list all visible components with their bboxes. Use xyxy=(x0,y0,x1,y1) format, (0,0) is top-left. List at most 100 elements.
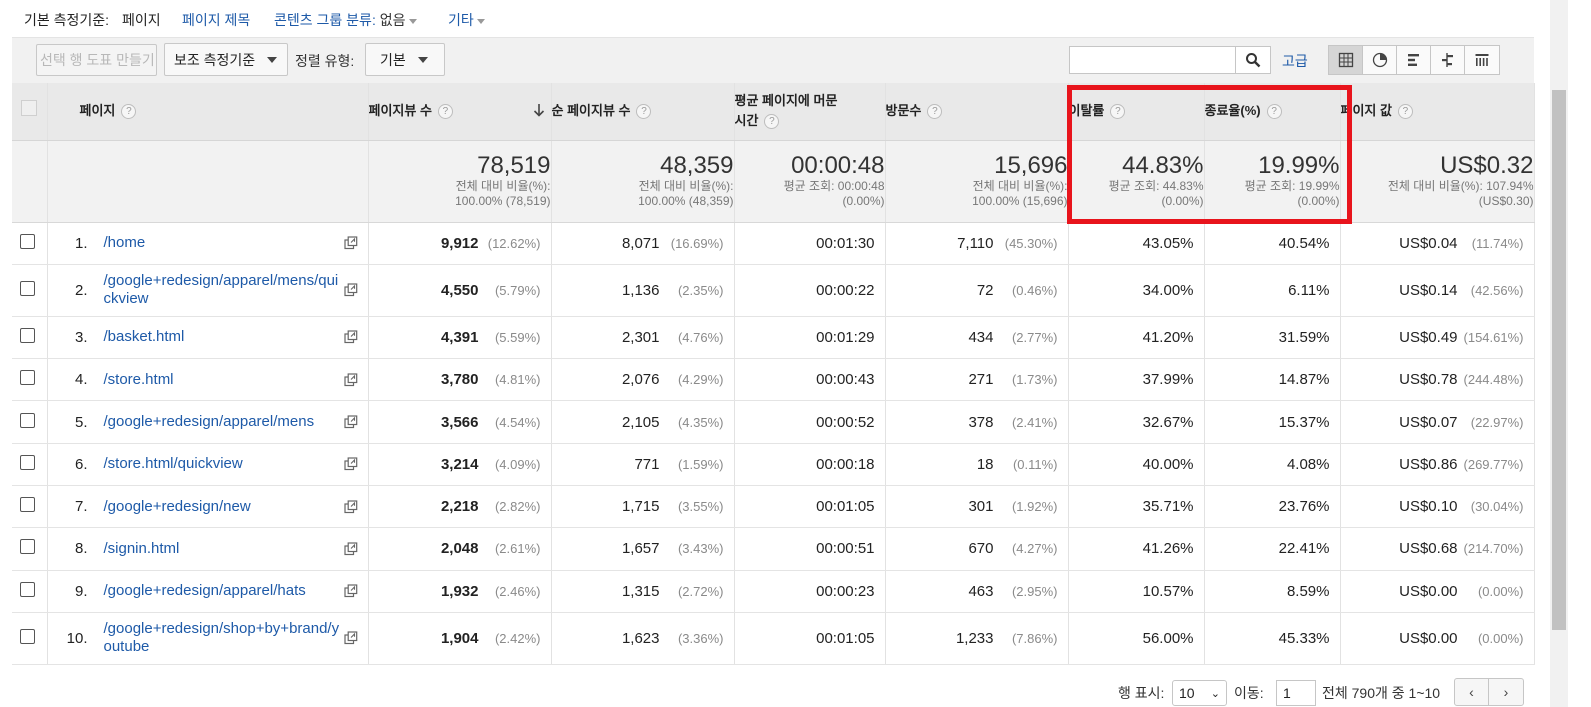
page-link[interactable]: /signin.html xyxy=(104,540,344,558)
scrollbar-thumb[interactable] xyxy=(1552,90,1566,630)
row-checkbox[interactable] xyxy=(20,327,35,343)
advanced-filter-link[interactable]: 고급 xyxy=(1282,51,1308,71)
row-checkbox-cell[interactable] xyxy=(12,485,48,529)
open-external-icon[interactable] xyxy=(343,631,358,649)
open-external-icon[interactable] xyxy=(343,236,358,254)
col-entrances[interactable]: 방문수? xyxy=(885,83,1069,141)
col-pageviews[interactable]: 페이지뷰 수? xyxy=(368,83,552,141)
row-checkbox[interactable] xyxy=(20,454,35,470)
secondary-dimension-dropdown[interactable]: 보조 측정기준 xyxy=(164,43,288,76)
help-icon[interactable]: ? xyxy=(1110,104,1126,120)
entrances-value: 463 xyxy=(968,582,994,600)
primary-dimension-label: 기본 측정기준: xyxy=(24,12,110,28)
row-checkbox-cell[interactable] xyxy=(12,570,48,613)
page-link[interactable]: /store.html/quickview xyxy=(104,455,344,473)
help-icon[interactable]: ? xyxy=(1266,104,1282,120)
entrances-value: 271 xyxy=(968,371,994,389)
row-checkbox-cell[interactable] xyxy=(12,612,48,665)
help-icon[interactable]: ? xyxy=(764,114,780,130)
search-button[interactable] xyxy=(1236,46,1271,74)
help-icon[interactable]: ? xyxy=(437,104,453,120)
unique-pageviews-value: 771 xyxy=(634,455,660,473)
row-checkbox[interactable] xyxy=(20,539,35,555)
page-link[interactable]: /store.html xyxy=(104,371,344,389)
row-checkbox-cell[interactable] xyxy=(12,358,48,402)
pageviews-cell: 3,214 (4.09%) xyxy=(368,443,552,486)
exit-rate-cell: 31.59% xyxy=(1204,316,1341,360)
page-link[interactable]: /google+redesign/new xyxy=(104,498,344,516)
bar-view-button[interactable] xyxy=(1397,46,1431,74)
help-icon[interactable]: ? xyxy=(927,104,943,120)
sort-type-dropdown[interactable]: 기본 xyxy=(365,43,445,76)
row-checkbox[interactable] xyxy=(20,581,35,597)
row-checkbox[interactable] xyxy=(20,497,35,513)
page-link[interactable]: /google+redesign/apparel/mens/quickview xyxy=(104,272,344,308)
create-chart-button[interactable]: 선택 행 도표 만들기 xyxy=(36,44,157,76)
entrances-cell: 670 (4.27%) xyxy=(885,527,1069,571)
open-external-icon[interactable] xyxy=(343,500,358,518)
col-page-value[interactable]: 페이지 값? xyxy=(1340,83,1535,141)
entrances-value: 670 xyxy=(968,540,994,558)
col-exit-rate[interactable]: 종료율(%)? xyxy=(1204,83,1341,141)
row-checkbox-cell[interactable] xyxy=(12,443,48,486)
sort-descending-icon xyxy=(533,104,544,117)
row-checkbox-cell[interactable] xyxy=(12,527,48,571)
rows-per-page-select[interactable]: 10 ⌄ xyxy=(1172,680,1227,706)
search-input[interactable] xyxy=(1069,46,1236,74)
total-sub: (US$0.30) xyxy=(1478,194,1534,208)
row-checkbox-cell[interactable] xyxy=(12,222,48,265)
col-bounce-rate[interactable]: 이탈률? xyxy=(1068,83,1205,141)
goto-page-input[interactable]: 1 xyxy=(1276,680,1316,706)
open-external-icon[interactable] xyxy=(343,542,358,560)
page-link[interactable]: /basket.html xyxy=(104,328,344,346)
other-dimension-dropdown[interactable]: 기타 xyxy=(448,10,485,30)
select-all-checkbox[interactable] xyxy=(21,100,37,117)
help-icon[interactable]: ? xyxy=(1397,104,1413,120)
entrances-cell: 378 (2.41%) xyxy=(885,400,1069,444)
select-all-cell[interactable] xyxy=(12,83,48,141)
row-checkbox[interactable] xyxy=(20,280,35,296)
row-checkbox-cell[interactable] xyxy=(12,400,48,444)
col-unique-pageviews[interactable]: 순 페이지뷰 수? xyxy=(551,83,735,141)
help-icon[interactable]: ? xyxy=(636,104,652,120)
pivot-view-icon xyxy=(1475,54,1489,66)
vertical-scrollbar[interactable] xyxy=(1550,0,1568,707)
open-external-icon[interactable] xyxy=(343,457,358,475)
page-link[interactable]: /google+redesign/shop+by+brand/youtube xyxy=(104,620,344,656)
prev-page-button[interactable]: ‹ xyxy=(1455,679,1489,705)
page-link[interactable]: /google+redesign/apparel/mens xyxy=(104,413,344,431)
page-link[interactable]: /home xyxy=(104,234,344,252)
col-avg-time-label-1: 평균 페이지에 머문 xyxy=(734,93,838,109)
pivot-view-button[interactable] xyxy=(1465,46,1499,74)
row-checkbox[interactable] xyxy=(20,370,35,386)
unique-pageviews-pct: (2.35%) xyxy=(677,282,724,298)
row-checkbox-cell[interactable] xyxy=(12,316,48,360)
open-external-icon[interactable] xyxy=(343,373,358,391)
open-external-icon[interactable] xyxy=(343,415,358,433)
page-title-dimension-link[interactable]: 페이지 제목 xyxy=(182,10,250,30)
col-avg-time[interactable]: 평균 페이지에 머문 시간? xyxy=(734,83,886,141)
next-page-button[interactable]: › xyxy=(1489,679,1523,705)
unique-pageviews-value: 1,715 xyxy=(621,498,660,516)
avg-time-cell: 00:00:51 xyxy=(734,527,886,571)
page-link[interactable]: /google+redesign/apparel/hats xyxy=(104,582,344,600)
unique-pageviews-pct: (4.35%) xyxy=(677,414,724,430)
total-sub: 전체 대비 비율(%): xyxy=(638,179,734,193)
total-unique-pageviews: 48,359 전체 대비 비율(%): 100.00% (48,359) xyxy=(551,140,735,223)
comparison-view-icon xyxy=(1441,53,1453,67)
entrances-pct: (2.77%) xyxy=(1011,329,1058,345)
content-group-dropdown[interactable]: 콘텐츠 그룹 분류: 없음 xyxy=(274,10,417,30)
row-checkbox-cell[interactable] xyxy=(12,264,48,317)
table-view-button[interactable] xyxy=(1329,46,1363,74)
row-checkbox[interactable] xyxy=(20,233,35,249)
help-icon[interactable]: ? xyxy=(121,104,137,120)
row-checkbox[interactable] xyxy=(20,628,35,644)
page-cell: 6. /store.html/quickview xyxy=(47,443,369,486)
comparison-view-button[interactable] xyxy=(1431,46,1465,74)
open-external-icon[interactable] xyxy=(343,283,358,301)
open-external-icon[interactable] xyxy=(343,330,358,348)
pie-view-button[interactable] xyxy=(1363,46,1397,74)
row-checkbox[interactable] xyxy=(20,412,35,428)
col-page[interactable]: 페이지? xyxy=(47,83,369,141)
open-external-icon[interactable] xyxy=(343,584,358,602)
